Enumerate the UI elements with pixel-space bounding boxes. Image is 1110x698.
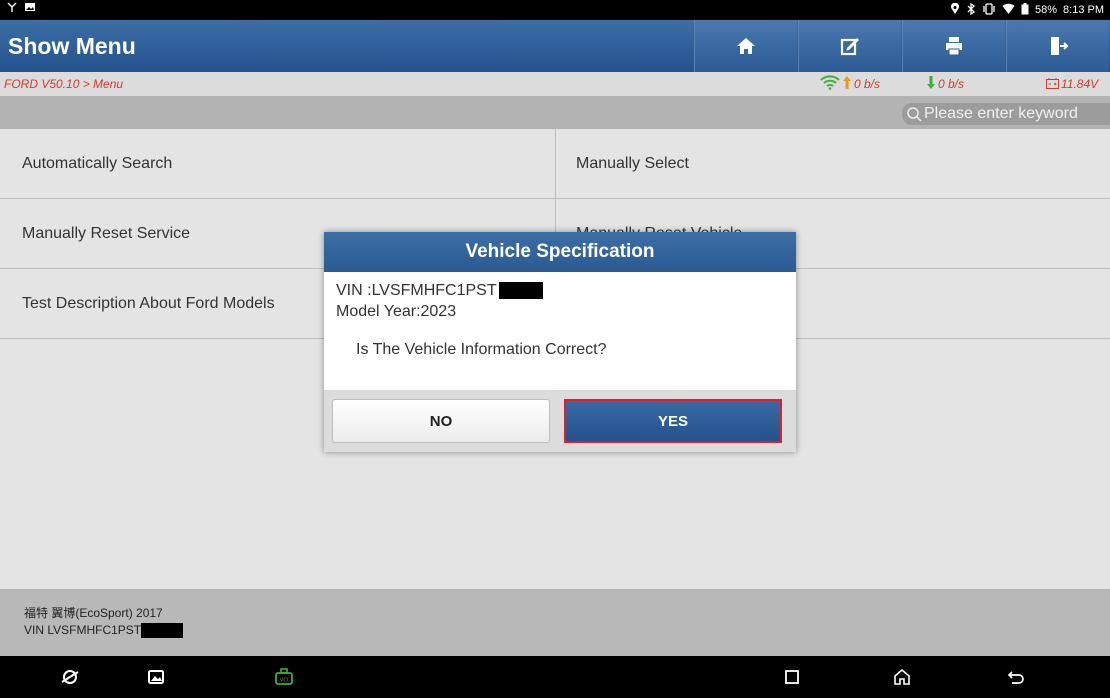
wifi-signal-icon xyxy=(820,74,840,94)
no-button[interactable]: NO xyxy=(332,399,550,443)
battery-icon xyxy=(1021,2,1029,18)
bluetooth-icon xyxy=(966,2,976,18)
exit-icon xyxy=(1051,37,1069,55)
wifi-icon xyxy=(1002,3,1015,18)
gallery-nav-button[interactable] xyxy=(136,656,176,698)
vibrate-icon xyxy=(982,2,996,18)
vin-text: VIN LVSFMHFC1PST xyxy=(24,623,142,637)
back-arrow-icon xyxy=(1007,671,1024,684)
app-header: Show Menu xyxy=(0,20,1110,72)
dialog-vin: VIN :LVSFMHFC1PST xyxy=(336,280,796,301)
back-nav-button[interactable] xyxy=(996,656,1036,698)
voltage-value: 11.84V xyxy=(1061,77,1099,91)
edit-icon xyxy=(840,38,859,56)
breadcrumb: FORD V50.10 > Menu xyxy=(4,77,124,91)
system-nav-bar: VCI xyxy=(0,656,1110,698)
browser-nav-button[interactable] xyxy=(50,656,90,698)
image-icon xyxy=(148,670,164,684)
menu-item-manually-select[interactable]: Manually Select xyxy=(555,129,1110,198)
home-button[interactable] xyxy=(694,20,797,72)
breadcrumb-bar: FORD V50.10 > Menu 0 b/s 0 b/s 11.84V xyxy=(0,72,1110,96)
dialog-model-year: Model Year:2023 xyxy=(336,303,457,320)
image-icon xyxy=(24,0,36,20)
dialog-title: Vehicle Specification xyxy=(324,232,796,272)
location-icon xyxy=(950,2,960,18)
vehicle-footer: 福特 翼博(EcoSport) 2017 VIN LVSFMHFC1PST xyxy=(0,589,1110,656)
clock: 8:13 PM xyxy=(1063,4,1104,16)
vin-redaction xyxy=(141,623,184,639)
dialog-actions: NO YES xyxy=(324,390,796,452)
print-button[interactable] xyxy=(902,20,1005,72)
home-nav-button[interactable] xyxy=(882,656,922,698)
yes-button[interactable]: YES xyxy=(564,399,782,443)
search-box[interactable] xyxy=(902,103,1110,125)
search-icon xyxy=(907,107,922,122)
dialog-question: Is The Vehicle Information Correct? xyxy=(356,341,607,358)
search-input[interactable] xyxy=(924,105,1110,123)
vehicle-vin: VIN LVSFMHFC1PST xyxy=(24,622,1110,639)
planet-icon xyxy=(61,670,79,684)
voltage-stat: 11.84V xyxy=(1046,77,1106,92)
dialog-vehicle-info: VIN :LVSFMHFC1PST Model Year:2023 xyxy=(324,272,796,322)
recents-nav-button[interactable] xyxy=(772,656,812,698)
download-rate: 0 b/s xyxy=(938,77,965,91)
upload-stat: 0 b/s xyxy=(820,74,926,94)
exit-button[interactable] xyxy=(1006,20,1109,72)
home-icon xyxy=(737,38,755,54)
square-icon xyxy=(785,670,799,684)
search-row xyxy=(0,96,1110,129)
vci-nav-button[interactable]: VCI xyxy=(264,656,304,698)
download-stat: 0 b/s xyxy=(926,75,1046,94)
upload-arrow-icon xyxy=(842,75,852,94)
status-bar: 58% 8:13 PM xyxy=(0,0,1110,20)
vehicle-specification-dialog: Vehicle Specification VIN :LVSFMHFC1PST … xyxy=(324,232,796,452)
usb-debug-icon xyxy=(6,0,18,20)
vci-icon: VCI xyxy=(275,668,293,685)
print-icon xyxy=(946,37,962,56)
upload-rate: 0 b/s xyxy=(854,77,881,91)
dialog-vin-redaction xyxy=(498,282,543,300)
car-battery-icon xyxy=(1046,77,1059,92)
edit-button[interactable] xyxy=(798,20,901,72)
page-title: Show Menu xyxy=(8,32,136,59)
vehicle-name: 福特 翼博(EcoSport) 2017 xyxy=(24,606,163,620)
dialog-vin-text: VIN :LVSFMHFC1PST xyxy=(336,282,497,299)
svg-text:VCI: VCI xyxy=(280,678,288,684)
home-outline-icon xyxy=(894,668,910,685)
menu-row: Automatically Search Manually Select xyxy=(0,129,1110,199)
menu-item-automatically-search[interactable]: Automatically Search xyxy=(0,129,555,198)
battery-percent: 58% xyxy=(1035,4,1058,16)
download-arrow-icon xyxy=(926,75,936,94)
